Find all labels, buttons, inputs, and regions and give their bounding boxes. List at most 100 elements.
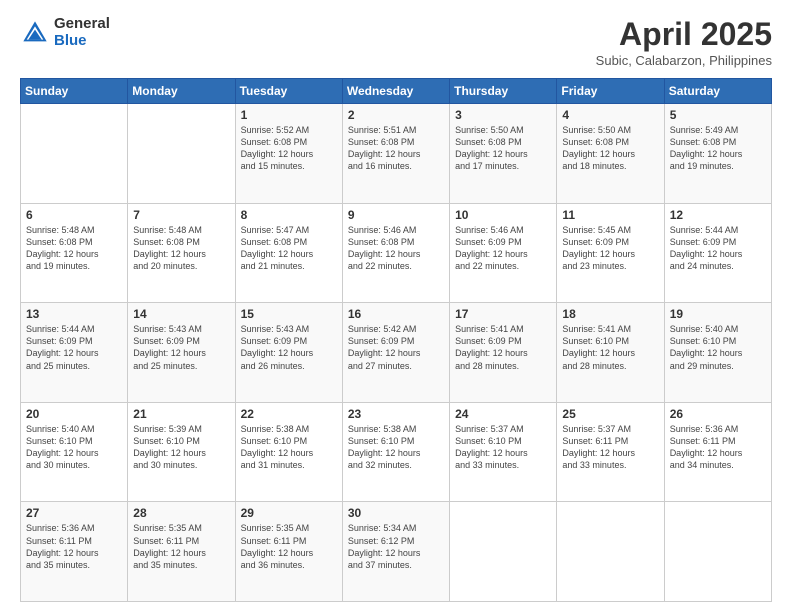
calendar-cell: 14 Sunrise: 5:43 AM Sunset: 6:09 PM Dayli… (128, 303, 235, 403)
calendar-cell: 1 Sunrise: 5:52 AM Sunset: 6:08 PM Daylig… (235, 104, 342, 204)
day-info: Sunrise: 5:48 AM Sunset: 6:08 PM Dayligh… (133, 224, 229, 273)
calendar-cell (128, 104, 235, 204)
day-info: Sunrise: 5:44 AM Sunset: 6:09 PM Dayligh… (26, 323, 122, 372)
calendar-cell: 29 Sunrise: 5:35 AM Sunset: 6:11 PM Dayli… (235, 502, 342, 602)
weekday-header-thursday: Thursday (450, 79, 557, 104)
calendar-cell (21, 104, 128, 204)
weekday-header-saturday: Saturday (664, 79, 771, 104)
day-number: 28 (133, 506, 229, 520)
day-number: 18 (562, 307, 658, 321)
calendar-cell: 25Sunrise: 5:37 AM Sunset: 6:11 PM Dayli… (557, 402, 664, 502)
weekday-header-friday: Friday (557, 79, 664, 104)
calendar-cell: 19 Sunrise: 5:40 AM Sunset: 6:10 PM Dayli… (664, 303, 771, 403)
calendar-week-3: 13 Sunrise: 5:44 AM Sunset: 6:09 PM Dayli… (21, 303, 772, 403)
header: General Blue April 2025 Subic, Calabarzo… (20, 16, 772, 68)
day-number: 13 (26, 307, 122, 321)
day-info: Sunrise: 5:49 AM Sunset: 6:08 PM Dayligh… (670, 124, 766, 173)
day-number: 7 (133, 208, 229, 222)
day-number: 25 (562, 407, 658, 421)
day-info: Sunrise: 5:36 AM Sunset: 6:11 PM Dayligh… (26, 522, 122, 571)
weekday-row: SundayMondayTuesdayWednesdayThursdayFrid… (21, 79, 772, 104)
calendar-cell: 8 Sunrise: 5:47 AM Sunset: 6:08 PM Daylig… (235, 203, 342, 303)
calendar-cell: 15 Sunrise: 5:43 AM Sunset: 6:09 PM Dayli… (235, 303, 342, 403)
day-info: Sunrise: 5:40 AM Sunset: 6:10 PM Dayligh… (670, 323, 766, 372)
day-info: Sunrise: 5:50 AM Sunset: 6:08 PM Dayligh… (562, 124, 658, 173)
day-number: 15 (241, 307, 337, 321)
calendar-cell: 22Sunrise: 5:38 AM Sunset: 6:10 PM Dayli… (235, 402, 342, 502)
calendar-cell: 26Sunrise: 5:36 AM Sunset: 6:11 PM Dayli… (664, 402, 771, 502)
title-block: April 2025 Subic, Calabarzon, Philippine… (596, 16, 772, 68)
day-number: 1 (241, 108, 337, 122)
day-info: Sunrise: 5:37 AM Sunset: 6:10 PM Dayligh… (455, 423, 551, 472)
calendar-week-1: 1 Sunrise: 5:52 AM Sunset: 6:08 PM Daylig… (21, 104, 772, 204)
day-info: Sunrise: 5:39 AM Sunset: 6:10 PM Dayligh… (133, 423, 229, 472)
day-info: Sunrise: 5:41 AM Sunset: 6:09 PM Dayligh… (455, 323, 551, 372)
day-number: 22 (241, 407, 337, 421)
day-number: 9 (348, 208, 444, 222)
day-number: 20 (26, 407, 122, 421)
calendar-title: April 2025 (596, 16, 772, 53)
day-info: Sunrise: 5:34 AM Sunset: 6:12 PM Dayligh… (348, 522, 444, 571)
day-info: Sunrise: 5:38 AM Sunset: 6:10 PM Dayligh… (348, 423, 444, 472)
day-info: Sunrise: 5:48 AM Sunset: 6:08 PM Dayligh… (26, 224, 122, 273)
day-info: Sunrise: 5:43 AM Sunset: 6:09 PM Dayligh… (133, 323, 229, 372)
day-info: Sunrise: 5:42 AM Sunset: 6:09 PM Dayligh… (348, 323, 444, 372)
calendar-cell: 10Sunrise: 5:46 AM Sunset: 6:09 PM Dayli… (450, 203, 557, 303)
calendar-cell: 9 Sunrise: 5:46 AM Sunset: 6:08 PM Daylig… (342, 203, 449, 303)
weekday-header-tuesday: Tuesday (235, 79, 342, 104)
logo-text: General Blue (54, 16, 110, 49)
logo-blue-text: Blue (54, 33, 110, 50)
day-number: 3 (455, 108, 551, 122)
calendar-body: 1 Sunrise: 5:52 AM Sunset: 6:08 PM Daylig… (21, 104, 772, 602)
calendar-cell: 17 Sunrise: 5:41 AM Sunset: 6:09 PM Dayli… (450, 303, 557, 403)
calendar-cell: 13 Sunrise: 5:44 AM Sunset: 6:09 PM Dayli… (21, 303, 128, 403)
day-number: 10 (455, 208, 551, 222)
calendar-week-4: 20 Sunrise: 5:40 AM Sunset: 6:10 PM Dayli… (21, 402, 772, 502)
day-number: 17 (455, 307, 551, 321)
day-info: Sunrise: 5:45 AM Sunset: 6:09 PM Dayligh… (562, 224, 658, 273)
calendar-cell: 2Sunrise: 5:51 AM Sunset: 6:08 PM Daylig… (342, 104, 449, 204)
logo-icon (20, 18, 50, 48)
day-number: 24 (455, 407, 551, 421)
day-number: 16 (348, 307, 444, 321)
day-number: 11 (562, 208, 658, 222)
day-info: Sunrise: 5:46 AM Sunset: 6:08 PM Dayligh… (348, 224, 444, 273)
logo-general-text: General (54, 16, 110, 33)
day-info: Sunrise: 5:35 AM Sunset: 6:11 PM Dayligh… (133, 522, 229, 571)
day-number: 19 (670, 307, 766, 321)
day-number: 12 (670, 208, 766, 222)
day-info: Sunrise: 5:44 AM Sunset: 6:09 PM Dayligh… (670, 224, 766, 273)
day-number: 14 (133, 307, 229, 321)
day-number: 30 (348, 506, 444, 520)
day-number: 29 (241, 506, 337, 520)
calendar-week-5: 27 Sunrise: 5:36 AM Sunset: 6:11 PM Dayli… (21, 502, 772, 602)
calendar-cell (664, 502, 771, 602)
weekday-header-monday: Monday (128, 79, 235, 104)
calendar-cell: 12 Sunrise: 5:44 AM Sunset: 6:09 PM Dayli… (664, 203, 771, 303)
calendar-week-2: 6 Sunrise: 5:48 AM Sunset: 6:08 PM Daylig… (21, 203, 772, 303)
day-info: Sunrise: 5:43 AM Sunset: 6:09 PM Dayligh… (241, 323, 337, 372)
weekday-header-sunday: Sunday (21, 79, 128, 104)
calendar-cell: 24 Sunrise: 5:37 AM Sunset: 6:10 PM Dayli… (450, 402, 557, 502)
day-number: 27 (26, 506, 122, 520)
day-info: Sunrise: 5:35 AM Sunset: 6:11 PM Dayligh… (241, 522, 337, 571)
day-info: Sunrise: 5:51 AM Sunset: 6:08 PM Dayligh… (348, 124, 444, 173)
calendar-cell: 3Sunrise: 5:50 AM Sunset: 6:08 PM Daylig… (450, 104, 557, 204)
calendar-cell (557, 502, 664, 602)
day-info: Sunrise: 5:52 AM Sunset: 6:08 PM Dayligh… (241, 124, 337, 173)
calendar-cell: 4Sunrise: 5:50 AM Sunset: 6:08 PM Daylig… (557, 104, 664, 204)
day-number: 6 (26, 208, 122, 222)
day-number: 5 (670, 108, 766, 122)
day-number: 23 (348, 407, 444, 421)
day-info: Sunrise: 5:47 AM Sunset: 6:08 PM Dayligh… (241, 224, 337, 273)
calendar-cell: 23 Sunrise: 5:38 AM Sunset: 6:10 PM Dayli… (342, 402, 449, 502)
calendar-cell: 21Sunrise: 5:39 AM Sunset: 6:10 PM Dayli… (128, 402, 235, 502)
calendar-cell (450, 502, 557, 602)
calendar-cell: 28 Sunrise: 5:35 AM Sunset: 6:11 PM Dayli… (128, 502, 235, 602)
weekday-header-wednesday: Wednesday (342, 79, 449, 104)
day-info: Sunrise: 5:40 AM Sunset: 6:10 PM Dayligh… (26, 423, 122, 472)
calendar-cell: 6 Sunrise: 5:48 AM Sunset: 6:08 PM Daylig… (21, 203, 128, 303)
calendar-header: SundayMondayTuesdayWednesdayThursdayFrid… (21, 79, 772, 104)
calendar-cell: 30 Sunrise: 5:34 AM Sunset: 6:12 PM Dayli… (342, 502, 449, 602)
day-number: 8 (241, 208, 337, 222)
